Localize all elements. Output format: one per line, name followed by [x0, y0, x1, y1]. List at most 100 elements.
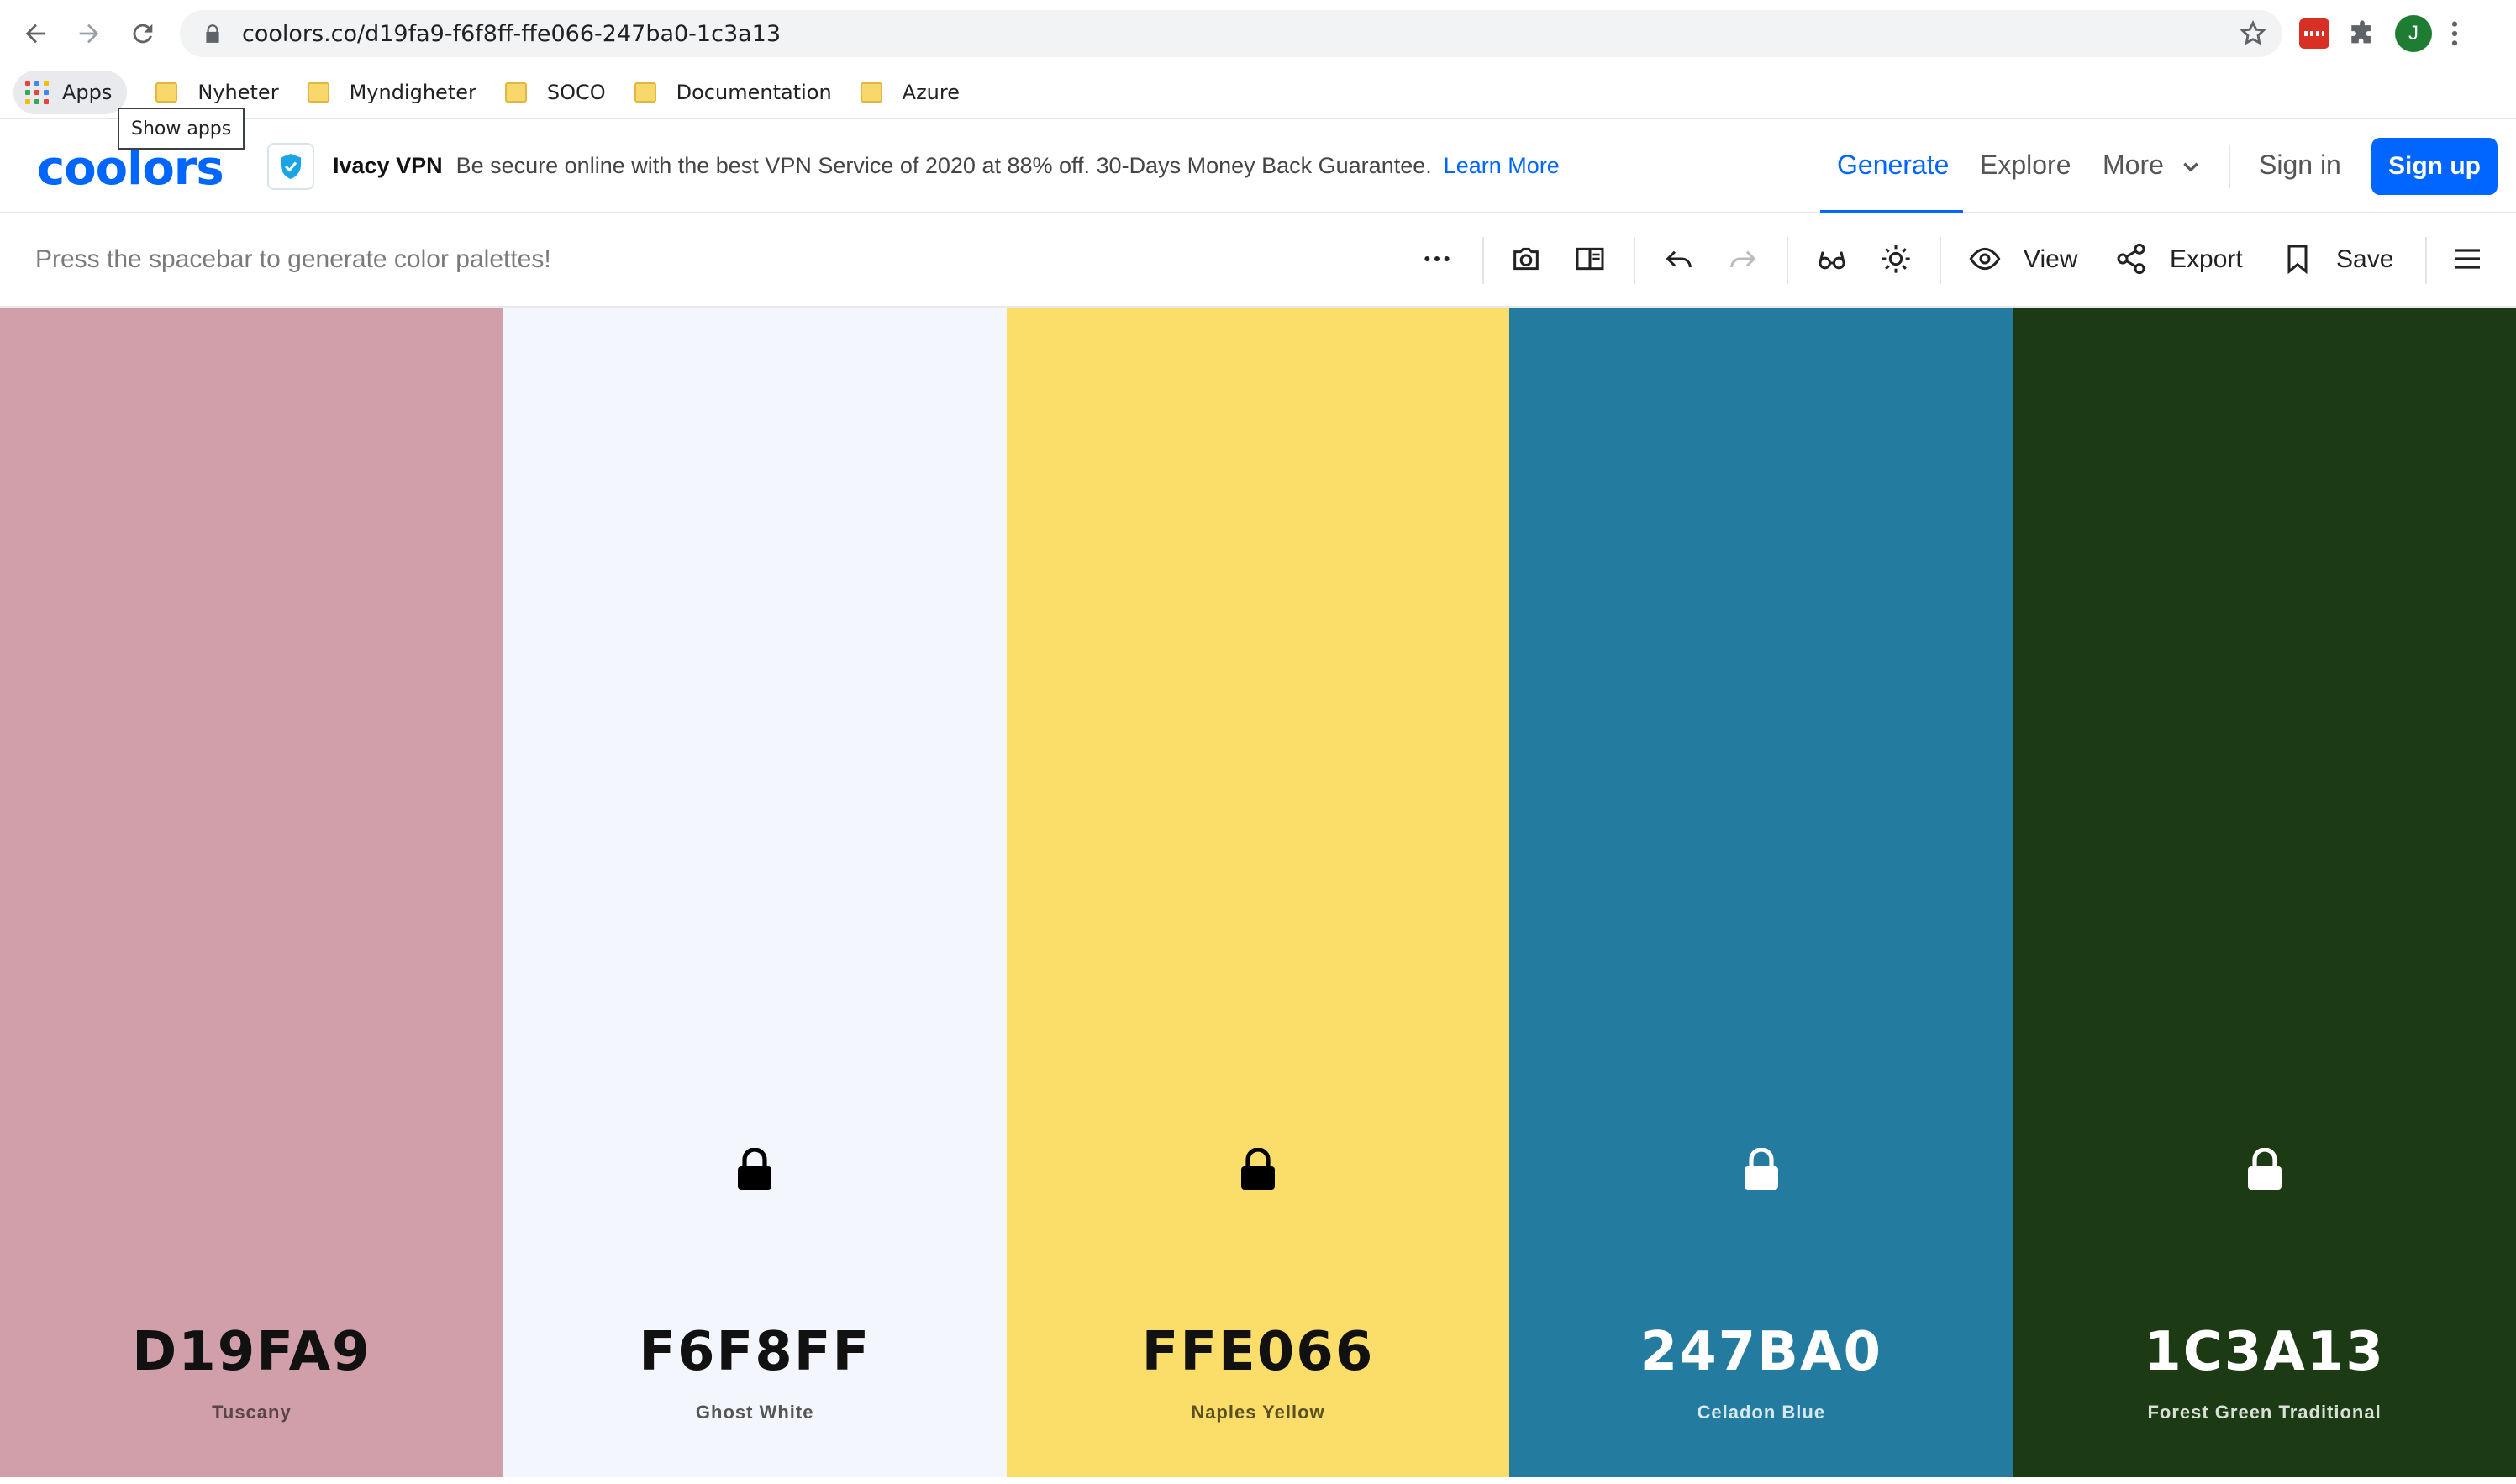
kebab-menu-icon[interactable]	[2450, 19, 2459, 48]
forward-button[interactable]	[66, 10, 113, 57]
show-apps-tooltip: Show apps	[118, 108, 245, 150]
url-text: coolors.co/d19fa9-f6f8ff-ffe066-247ba0-1…	[242, 20, 782, 47]
color-name[interactable]: Ghost White	[503, 1402, 1007, 1423]
folder-icon	[504, 82, 527, 103]
nav-explore[interactable]: Explore	[1980, 150, 2071, 181]
extensions-area: J	[2299, 13, 2459, 54]
undo-button[interactable]	[1659, 239, 1699, 279]
ad-text: Be secure online with the best VPN Servi…	[455, 153, 1432, 178]
bookmark-label: Myndigheter	[349, 81, 476, 104]
hex-code[interactable]: D19FA9	[0, 1321, 503, 1383]
save-button[interactable]: Save	[2336, 245, 2393, 274]
learn-more-link[interactable]: Learn More	[1444, 153, 1560, 178]
nav-more[interactable]: More	[2103, 150, 2202, 181]
ad-banner: Ivacy VPN Be secure online with the best …	[333, 153, 1560, 179]
color-palette: D19FA9 Tuscany F6F8FF Ghost White FFE066…	[0, 308, 2516, 1477]
color-name[interactable]: Celadon Blue	[1509, 1402, 2013, 1423]
folder-icon	[860, 82, 882, 103]
toolbar-divider	[1940, 237, 1941, 284]
color-swatch[interactable]: 247BA0 Celadon Blue	[1509, 308, 2013, 1477]
save-button-icon-wrap[interactable]	[2277, 239, 2318, 279]
hex-code[interactable]: F6F8FF	[503, 1321, 1007, 1383]
sign-up-button[interactable]: Sign up	[2371, 138, 2498, 195]
bookmark-documentation[interactable]: Documentation	[623, 71, 844, 114]
color-swatch[interactable]: F6F8FF Ghost White	[503, 308, 1007, 1477]
toolbar-divider	[1634, 237, 1635, 284]
reload-icon	[133, 24, 153, 44]
browser-toolbar: coolors.co/d19fa9-f6f8ff-ffe066-247ba0-1…	[0, 0, 2516, 67]
bookmark-azure[interactable]: Azure	[849, 71, 971, 114]
glasses-icon	[1819, 251, 1845, 270]
adjust-palette-button[interactable]	[1876, 239, 1916, 279]
ivacy-shield-icon[interactable]	[267, 143, 314, 190]
hamburger-menu-button[interactable]	[2447, 239, 2487, 279]
hex-code[interactable]: 247BA0	[1509, 1321, 2013, 1383]
view-button-icon-wrap[interactable]	[1965, 239, 2005, 279]
bookmark-apps[interactable]: Apps	[13, 71, 128, 114]
nav-generate[interactable]: Generate	[1837, 150, 1949, 181]
side-panel-button[interactable]	[1570, 239, 1610, 279]
hex-code[interactable]: FFE066	[1007, 1321, 1510, 1383]
hex-code[interactable]: 1C3A13	[2013, 1321, 2516, 1383]
undo-icon	[1666, 250, 1692, 268]
camera-icon	[1513, 247, 1539, 271]
color-swatch[interactable]: FFE066 Naples Yellow	[1006, 308, 1510, 1477]
palette-toolbar: Press the spacebar to generate color pal…	[0, 213, 2516, 308]
export-button[interactable]: Export	[2170, 245, 2243, 274]
color-name[interactable]: Tuscany	[0, 1402, 503, 1423]
bookmark-soco[interactable]: SOCO	[493, 71, 618, 114]
spacebar-hint: Press the spacebar to generate color pal…	[35, 245, 551, 273]
ad-brand: Ivacy VPN	[333, 153, 443, 178]
redo-icon	[1730, 250, 1756, 268]
bookmark-label: Nyheter	[197, 81, 279, 104]
lock-icon[interactable]	[1240, 1148, 1276, 1192]
page-bottom-edge	[0, 1477, 2516, 1484]
camera-button[interactable]	[1506, 239, 1546, 279]
apps-grid-icon	[25, 81, 49, 104]
more-options-button[interactable]	[1417, 239, 1457, 279]
lock-icon[interactable]	[736, 1148, 773, 1192]
lastpass-extension-icon[interactable]	[2299, 18, 2329, 49]
back-button[interactable]	[12, 10, 59, 57]
bookmarks-bar: Apps Nyheter Myndigheter SOCO Documentat…	[0, 67, 2516, 118]
redo-button[interactable]	[1723, 239, 1763, 279]
hamburger-menu-icon	[2455, 249, 2480, 269]
folder-icon	[634, 82, 656, 103]
forward-arrow-icon	[79, 24, 99, 44]
bookmark-label: SOCO	[546, 81, 606, 104]
toolbar-divider	[1482, 237, 1484, 284]
puzzle-extensions-icon[interactable]	[2348, 19, 2377, 48]
ellipsis-icon	[1424, 256, 1450, 261]
nav-more-label: More	[2103, 150, 2164, 180]
reload-button[interactable]	[119, 10, 166, 57]
bookmark-star-icon[interactable]	[2239, 19, 2267, 48]
color-swatch[interactable]: 1C3A13 Forest Green Traditional	[2013, 308, 2516, 1477]
share-icon	[2117, 243, 2145, 275]
padlock-icon	[206, 24, 219, 43]
folder-icon	[155, 82, 178, 103]
bookmark-label: Azure	[902, 81, 960, 104]
color-blindness-button[interactable]	[1812, 239, 1852, 279]
sun-icon	[1882, 245, 1910, 273]
address-bar[interactable]: coolors.co/d19fa9-f6f8ff-ffe066-247ba0-1…	[180, 10, 2282, 57]
export-button-icon-wrap[interactable]	[2111, 239, 2151, 279]
lock-icon[interactable]	[2246, 1148, 2283, 1192]
bookmark-label: Documentation	[676, 81, 832, 104]
chevron-down-icon	[2183, 162, 2198, 172]
color-name[interactable]: Naples Yellow	[1007, 1402, 1510, 1423]
site-header: coolors Ivacy VPN Be secure online with t…	[0, 118, 2516, 213]
sign-in-link[interactable]: Sign in	[2259, 150, 2341, 181]
view-button[interactable]: View	[2024, 245, 2077, 274]
bookmark-myndigheter[interactable]: Myndigheter	[296, 71, 488, 114]
back-arrow-icon	[25, 24, 45, 44]
apps-label: Apps	[62, 81, 113, 104]
profile-avatar[interactable]: J	[2395, 15, 2432, 52]
folder-icon	[307, 82, 329, 103]
bookmark-icon	[2287, 245, 2308, 275]
color-name[interactable]: Forest Green Traditional	[2013, 1402, 2516, 1423]
toolbar-divider	[2425, 237, 2427, 284]
color-swatch[interactable]: D19FA9 Tuscany	[0, 308, 503, 1477]
lock-icon[interactable]	[1743, 1148, 1780, 1192]
nav-divider	[2229, 145, 2230, 188]
columns-panel-icon	[1576, 247, 1604, 271]
